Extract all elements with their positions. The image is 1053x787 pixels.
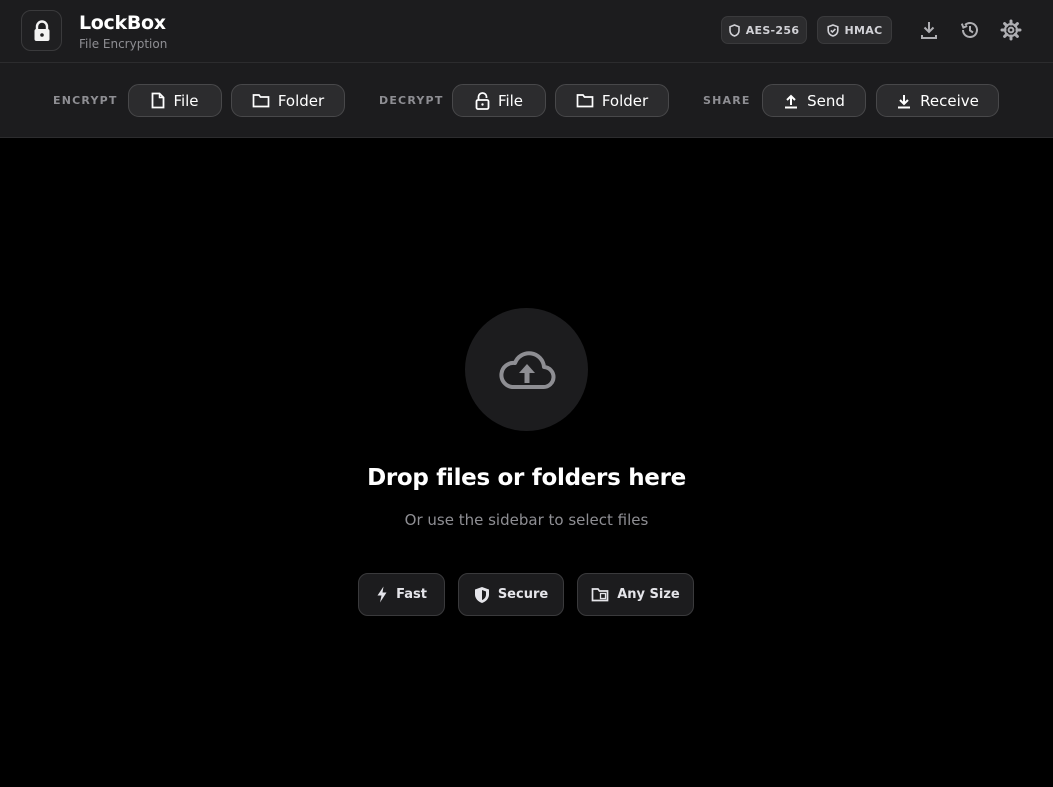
drop-zone-title: Drop files or folders here [367, 465, 686, 491]
feature-secure-label: Secure [497, 587, 549, 602]
decrypt-file-button[interactable]: File [452, 84, 546, 117]
app-subtitle: File Encryption [79, 37, 168, 51]
gear-icon [1000, 19, 1022, 41]
send-label: Send [807, 91, 845, 110]
folder-icon [576, 94, 594, 108]
feature-any-size: Any Size [577, 573, 694, 616]
encrypt-folder-label: Folder [277, 91, 325, 110]
history-icon [960, 22, 978, 38]
feature-any-size-label: Any Size [617, 587, 680, 602]
shield-icon [474, 586, 489, 603]
feature-fast: Fast [358, 573, 445, 616]
feature-secure: Secure [458, 573, 564, 616]
folder-icon [252, 94, 270, 108]
aes-badge-label: AES-256 [745, 23, 800, 37]
decrypt-folder-button[interactable]: Folder [555, 84, 669, 117]
shield-outline-icon [728, 23, 740, 37]
decrypt-file-label: File [497, 91, 524, 110]
hmac-badge-label: HMAC [844, 23, 883, 37]
settings-button[interactable] [999, 18, 1023, 42]
decrypt-group-label: DECRYPT [379, 94, 444, 107]
file-icon [152, 92, 165, 109]
encrypt-file-button[interactable]: File [128, 84, 222, 117]
receive-button[interactable]: Receive [876, 84, 999, 117]
unlock-icon [475, 91, 490, 110]
encrypt-file-label: File [173, 91, 199, 110]
header-bar: LockBox File Encryption AES-256 HMAC [0, 0, 1053, 63]
download-icon [921, 22, 937, 39]
app-window: LockBox File Encryption AES-256 HMAC ENC… [0, 0, 1053, 787]
download-icon [898, 94, 911, 108]
aes-badge: AES-256 [721, 16, 807, 44]
app-logo [21, 10, 62, 51]
lightning-icon [377, 586, 387, 603]
lock-icon [34, 19, 49, 41]
history-button[interactable] [958, 18, 982, 42]
receive-label: Receive [920, 91, 979, 110]
upload-icon [785, 94, 798, 108]
hmac-badge: HMAC [817, 16, 892, 44]
share-group-label: SHARE [703, 94, 751, 107]
folder-size-icon [591, 588, 609, 602]
encrypt-group-label: ENCRYPT [53, 94, 118, 107]
download-button[interactable] [917, 18, 941, 42]
send-button[interactable]: Send [762, 84, 866, 117]
encrypt-folder-button[interactable]: Folder [231, 84, 345, 117]
drop-zone-subtitle: Or use the sidebar to select files [404, 511, 649, 529]
drop-zone-icon-circle[interactable] [465, 308, 588, 431]
cloud-upload-icon [498, 350, 555, 389]
feature-fast-label: Fast [396, 587, 427, 602]
shield-check-icon [826, 23, 839, 37]
decrypt-folder-label: Folder [601, 91, 649, 110]
app-title: LockBox [79, 12, 166, 34]
